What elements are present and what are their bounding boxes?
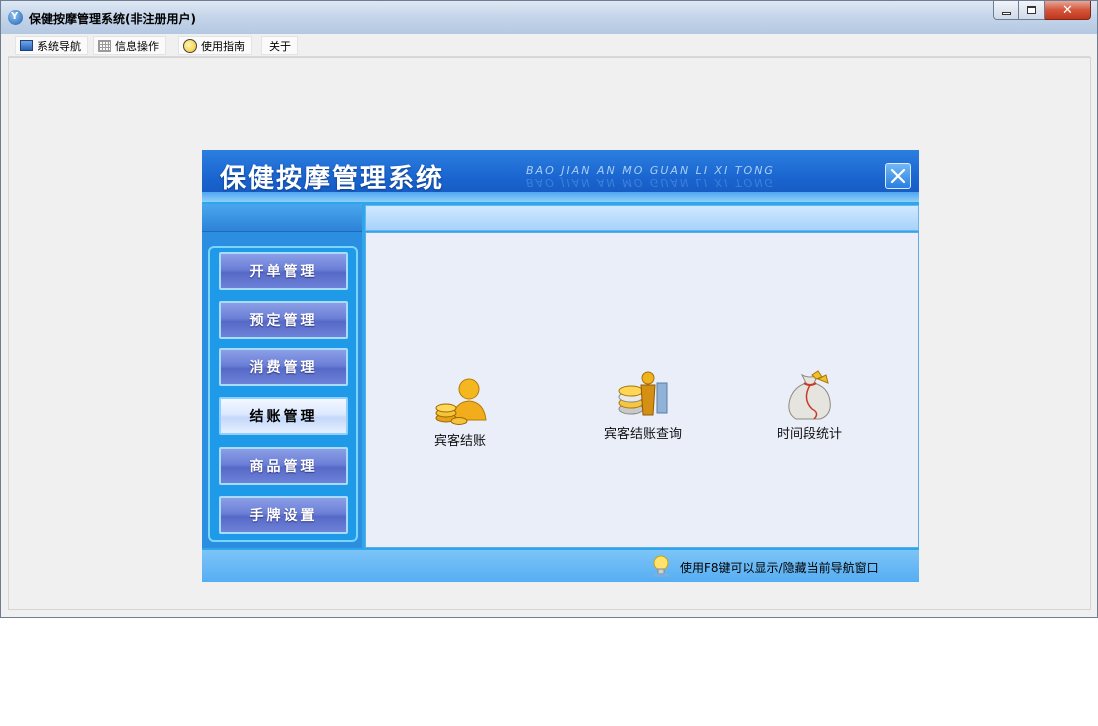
menu-item-label: 使用指南 [201,39,245,53]
sidebar-button-frame: 开单管理 预定管理 消费管理 结账管理 商品管理 手牌设置 [208,246,358,542]
minimize-button[interactable] [993,1,1019,20]
menu-bar: 系统导航 信息操作 使用指南 关于 [8,34,1090,57]
sidebar-button-reservation[interactable]: 预定管理 [219,301,348,339]
menu-item-label: 信息操作 [115,39,159,53]
title-bar[interactable]: Y 保健按摩管理系统(非注册用户) ✕ [1,1,1097,34]
restore-button[interactable] [1019,1,1045,20]
window-title: 保健按摩管理系统(非注册用户) [29,12,196,26]
navigation-panel: 保健按摩管理系统 BAO JIAN AN MO GUAN LI XI TONG … [202,150,919,582]
nav-pinyin-reflection: BAO JIAN AN MO GUAN LI XI TONG [526,176,775,189]
content-header-bar [365,205,919,231]
function-label: 宾客结账查询 [604,427,683,442]
function-area: 宾客结账 宾客结账查询 时间段统计 [365,232,919,548]
function-label: 宾客结账 [433,434,486,449]
sidebar-button-products[interactable]: 商品管理 [219,447,348,485]
guest-checkout-icon [435,378,487,425]
footer-tip: 使用F8键可以显示/隐藏当前导航窗口 [680,561,879,575]
sidebar: 开单管理 预定管理 消费管理 结账管理 商品管理 手牌设置 [202,232,362,548]
close-icon: ✕ [1062,2,1073,18]
window-controls: ✕ [993,1,1091,21]
sidebar-button-checkout[interactable]: 结账管理 [219,397,348,435]
menu-item-info-ops[interactable]: 信息操作 [93,36,166,55]
function-label: 时间段统计 [777,427,843,442]
nav-title: 保健按摩管理系统 [220,164,445,194]
money-bag-icon [787,370,831,420]
close-icon [890,168,906,184]
nav-close-button[interactable] [885,163,911,189]
monitor-icon [20,40,33,51]
lightbulb-icon [653,555,669,577]
menu-item-user-guide[interactable]: 使用指南 [178,36,252,55]
restore-icon [1027,6,1036,14]
menu-item-system-nav[interactable]: 系统导航 [15,36,88,55]
grid-icon [98,39,111,52]
menu-item-label: 关于 [269,39,291,53]
close-button[interactable]: ✕ [1045,1,1091,20]
app-window: Y 保健按摩管理系统(非注册用户) ✕ 系统导航 信息操作 使用指南 关于 保健… [0,0,1098,618]
function-guest-checkout[interactable]: 宾客结账 [432,376,488,449]
sidebar-button-billing[interactable]: 开单管理 [219,252,348,290]
menu-item-about[interactable]: 关于 [261,36,298,55]
function-checkout-query[interactable]: 宾客结账查询 [604,369,682,442]
nav-footer-bar: 使用F8键可以显示/隐藏当前导航窗口 [202,550,919,582]
checkout-query-icon [618,371,668,416]
menu-item-label: 系统导航 [37,39,81,53]
sidebar-header [202,204,362,232]
lightbulb-icon [183,38,197,53]
minimize-icon [1001,11,1011,15]
app-logo-icon: Y [8,10,23,25]
function-time-period-stats[interactable]: 时间段统计 [777,369,842,442]
sidebar-button-consumption[interactable]: 消费管理 [219,348,348,386]
sidebar-button-hand-tag[interactable]: 手牌设置 [219,496,348,534]
nav-header: 保健按摩管理系统 BAO JIAN AN MO GUAN LI XI TONG … [202,150,919,202]
